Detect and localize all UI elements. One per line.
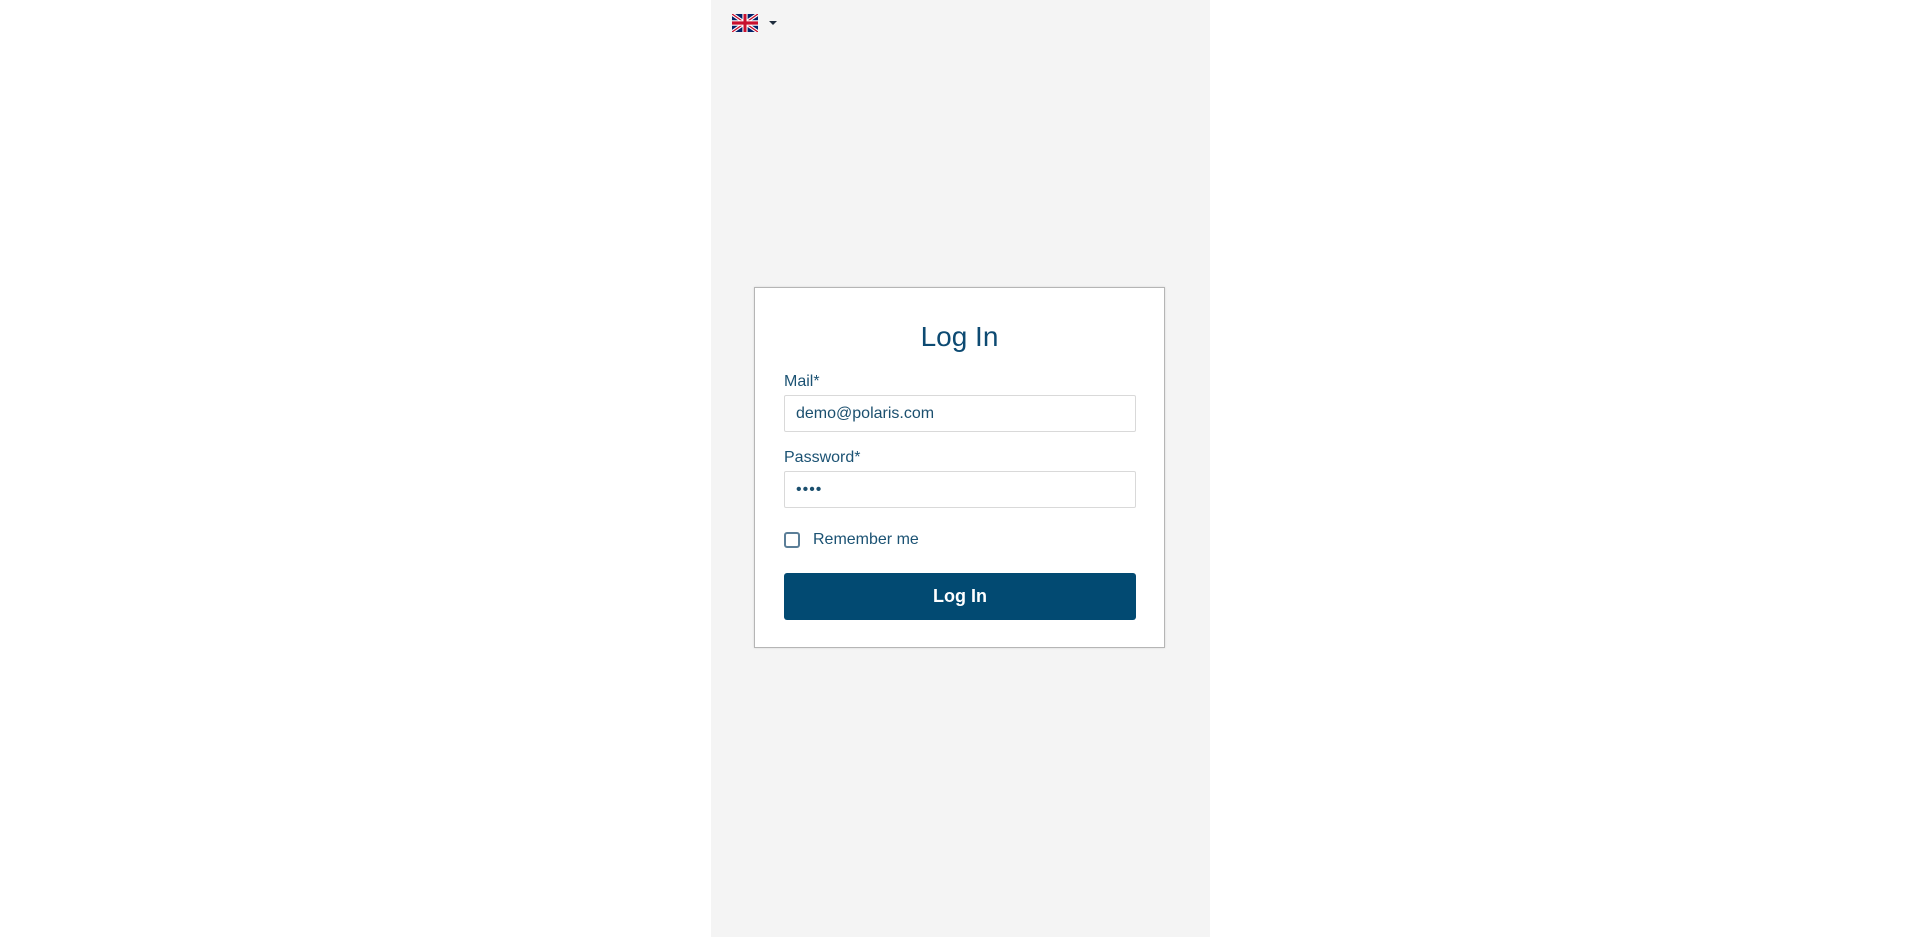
remember-me-checkbox[interactable] xyxy=(784,532,800,548)
uk-flag-icon xyxy=(732,14,758,32)
mail-input[interactable] xyxy=(784,395,1136,432)
login-title: Log In xyxy=(920,321,999,352)
remember-me-label[interactable]: Remember me xyxy=(813,531,919,549)
login-card: Log In Mail* Password* Remember me Log I… xyxy=(754,287,1165,648)
remember-me[interactable]: Remember me xyxy=(784,531,919,549)
login-button[interactable]: Log In xyxy=(784,573,1136,620)
caret-down-icon[interactable] xyxy=(769,21,777,25)
language-selector[interactable] xyxy=(732,14,777,32)
login-panel: Log In Mail* Password* Remember me Log I… xyxy=(711,0,1210,937)
password-label: Password* xyxy=(784,449,861,466)
password-input[interactable] xyxy=(784,471,1136,508)
mail-label: Mail* xyxy=(784,373,820,390)
